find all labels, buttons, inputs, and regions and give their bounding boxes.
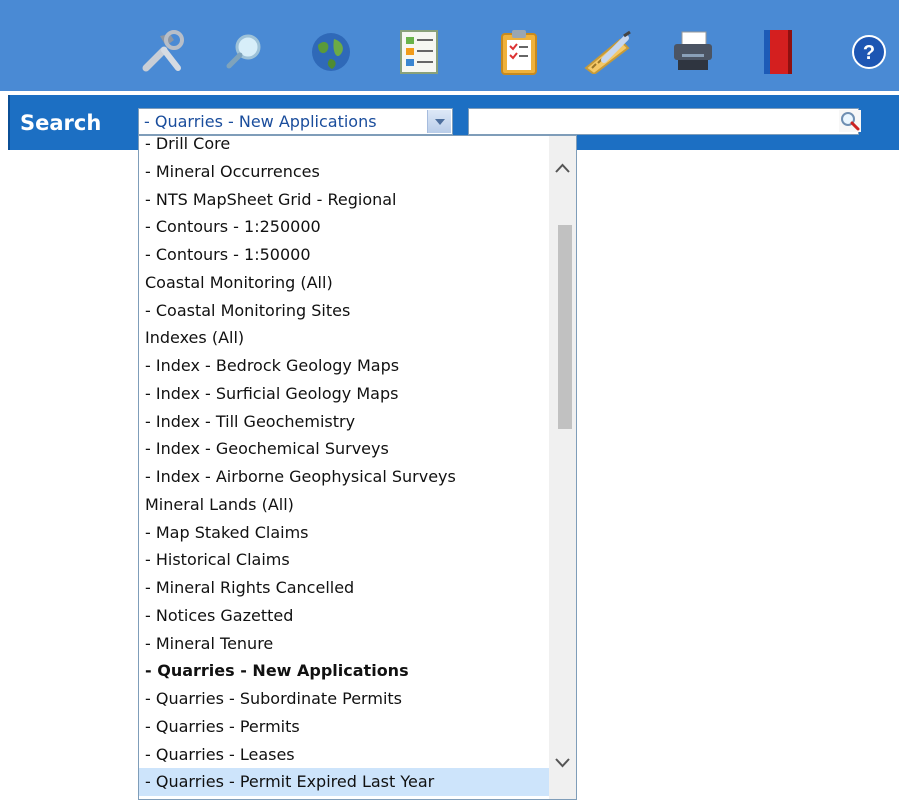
list-item[interactable]: - Index - Geochemical Surveys [139,435,549,463]
list-item[interactable]: - Coastal Monitoring Sites [139,297,549,325]
list-item[interactable]: - Historical Claims [139,546,549,574]
tools-icon[interactable] [137,24,187,80]
list-item[interactable]: - Index - Till Geochemistry [139,408,549,436]
list-item[interactable]: - Mineral Tenure [139,630,549,658]
scrollbar[interactable] [549,136,576,799]
list-item[interactable]: Coastal Monitoring (All) [139,269,549,297]
list-item[interactable]: - Mineral Rights Cancelled [139,574,549,602]
list-item[interactable]: - Quarries - New Applications [139,657,549,685]
layer-select[interactable]: - Quarries - New Applications [138,108,453,135]
chevron-up-icon[interactable] [549,156,576,180]
globe-icon[interactable] [306,24,356,80]
list-item[interactable]: Mineral Lands (All) [139,491,549,519]
list-item[interactable]: - Notices Gazetted [139,602,549,630]
measure-icon[interactable] [583,24,633,80]
legend-icon[interactable] [394,24,444,80]
book-icon[interactable] [754,24,804,80]
toolbar: ? [0,0,899,91]
chevron-down-icon[interactable] [549,751,576,775]
svg-text:?: ? [863,42,875,64]
list-item[interactable]: - Quarries - Permit Expired Last Year [139,768,549,796]
clipboard-icon[interactable] [494,24,544,80]
search-label: Search [20,111,102,135]
printer-icon[interactable] [668,24,718,80]
layer-list: - Drill Core - Mineral Occurrences - NTS M… [139,136,549,796]
list-item[interactable]: - Quarries - Leases [139,741,549,769]
list-item[interactable]: Indexes (All) [139,324,549,352]
list-item[interactable]: - Map Staked Claims [139,519,549,547]
chevron-down-icon[interactable] [427,110,451,133]
list-item[interactable]: - Contours - 1:250000 [139,213,549,241]
search-input[interactable] [468,108,859,135]
scrollbar-thumb[interactable] [558,225,572,429]
list-item[interactable]: - Quarries - Permits [139,713,549,741]
list-item[interactable]: - Index - Airborne Geophysical Surveys [139,463,549,491]
list-item[interactable]: - Drill Core [139,136,549,158]
list-item[interactable]: - Index - Surficial Geology Maps [139,380,549,408]
magnifier-icon[interactable] [219,24,269,80]
list-item[interactable]: - NTS MapSheet Grid - Regional [139,186,549,214]
list-item[interactable]: - Quarries - Subordinate Permits [139,685,549,713]
layer-select-value: - Quarries - New Applications [144,112,377,131]
list-item[interactable]: - Contours - 1:50000 [139,241,549,269]
list-item[interactable]: - Index - Bedrock Geology Maps [139,352,549,380]
layer-dropdown[interactable]: - Drill Core - Mineral Occurrences - NTS M… [138,135,577,800]
search-icon[interactable] [839,110,861,132]
list-item[interactable]: - Mineral Occurrences [139,158,549,186]
help-icon[interactable]: ? [844,24,894,80]
